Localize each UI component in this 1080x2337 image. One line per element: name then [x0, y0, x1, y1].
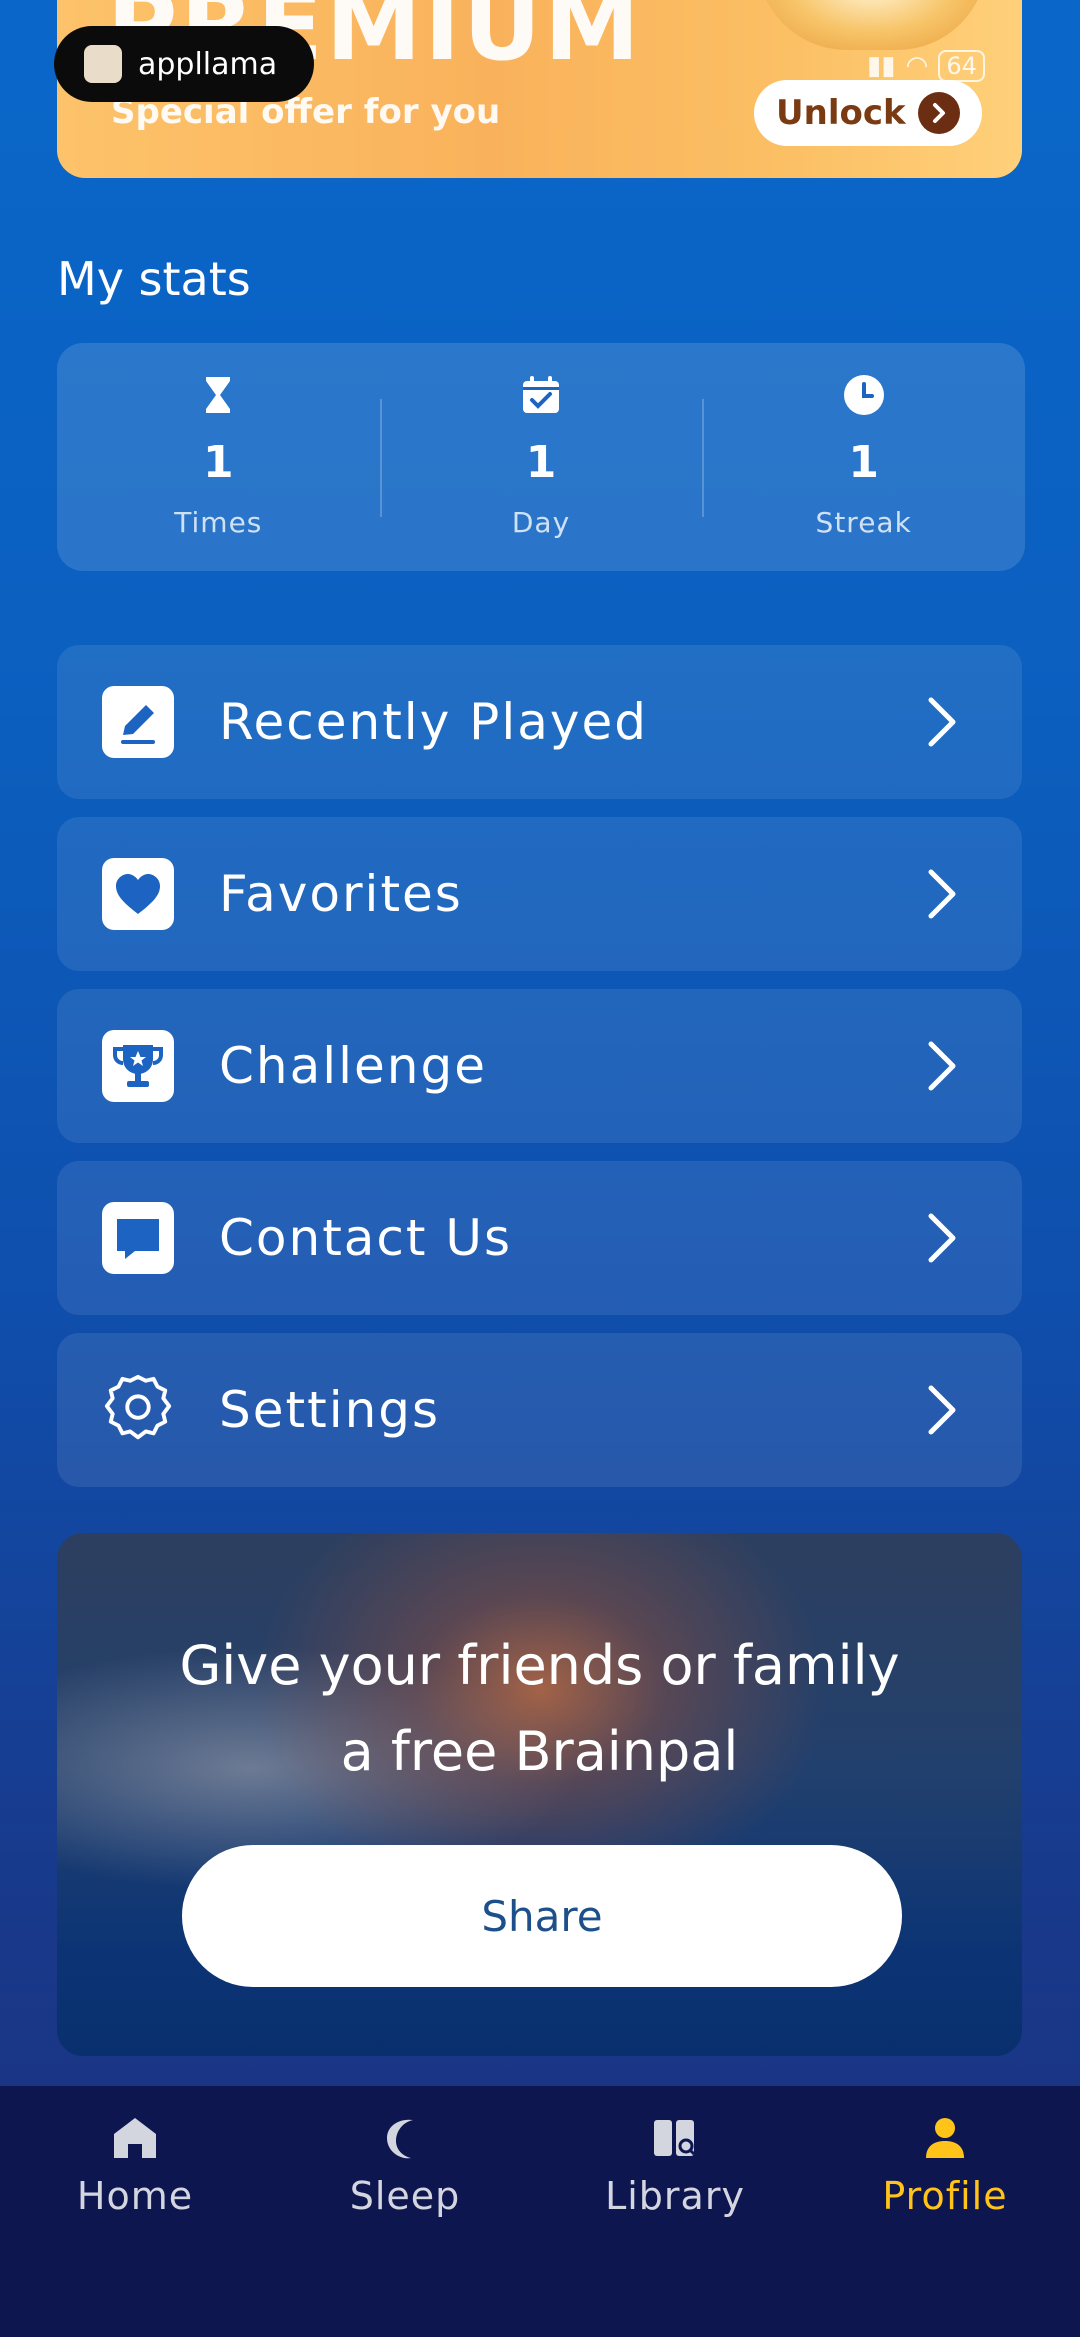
share-button[interactable]: Share [182, 1845, 902, 1987]
chevron-right-icon [902, 1212, 982, 1264]
stat-label: Streak [815, 506, 912, 539]
stat-label: Day [511, 506, 571, 539]
menu-item-settings[interactable]: Settings [57, 1333, 1022, 1487]
section-title: My stats [57, 252, 251, 306]
menu-label: Recently Played [219, 693, 648, 751]
nav-home[interactable]: Home [0, 2086, 270, 2337]
clock-icon [843, 373, 885, 417]
bottom-nav: Home Sleep Library Profile [0, 2086, 1080, 2337]
share-line-1: Give your friends or family [179, 1634, 900, 1697]
llama-logo-icon [84, 45, 122, 83]
edit-icon [101, 685, 175, 759]
gear-icon [101, 1373, 175, 1447]
nav-label: Home [76, 2174, 194, 2218]
unlock-button[interactable]: Unlock [754, 80, 982, 146]
stat-value: 1 [203, 437, 234, 488]
menu-item-recently-played[interactable]: Recently Played [57, 645, 1022, 799]
unlock-label: Unlock [776, 93, 906, 133]
share-promo-text: Give your friends or family a free Brain… [57, 1623, 1022, 1795]
hourglass-icon [203, 373, 233, 417]
menu-item-challenge[interactable]: Challenge [57, 989, 1022, 1143]
stat-value: 1 [525, 437, 557, 488]
premium-illustration [757, 0, 987, 50]
menu-label: Contact Us [219, 1209, 513, 1267]
share-promo-card: Give your friends or family a free Brain… [57, 1533, 1022, 2056]
signal-icon: ▮▮ [867, 51, 896, 81]
menu-label: Settings [219, 1381, 441, 1439]
nav-profile[interactable]: Profile [810, 2086, 1080, 2337]
stat-day: 1 Day [379, 343, 703, 571]
nav-label: Profile [882, 2174, 1008, 2218]
badge-text: appllama [138, 46, 278, 82]
heart-icon [101, 857, 175, 931]
share-line-2: a free Brainpal [340, 1720, 739, 1783]
stat-value: 1 [848, 437, 879, 488]
stat-times: 1 Times [57, 343, 380, 571]
calendar-check-icon [521, 373, 561, 417]
stats-card: 1 Times 1 Day 1 Streak [57, 343, 1025, 571]
home-icon [112, 2116, 158, 2164]
chevron-right-icon [902, 1384, 982, 1436]
stat-streak: 1 Streak [702, 343, 1025, 571]
status-bar-icons: ▮▮ ◠ 64 [867, 50, 985, 82]
chevron-right-icon [902, 868, 982, 920]
profile-icon [924, 2116, 966, 2164]
moon-icon [383, 2116, 427, 2164]
stat-label: Times [174, 506, 263, 539]
menu-label: Favorites [219, 865, 463, 923]
wifi-icon: ◠ [905, 51, 929, 81]
chevron-right-icon [902, 696, 982, 748]
menu-label: Challenge [219, 1037, 487, 1095]
chevron-right-icon [902, 1040, 982, 1092]
menu-item-contact-us[interactable]: Contact Us [57, 1161, 1022, 1315]
nav-label: Library [605, 2174, 745, 2218]
battery-indicator: 64 [938, 50, 985, 82]
menu-item-favorites[interactable]: Favorites [57, 817, 1022, 971]
nav-sleep[interactable]: Sleep [270, 2086, 540, 2337]
chat-icon [101, 1201, 175, 1275]
library-icon [652, 2116, 698, 2164]
app-badge: appllama [54, 26, 314, 102]
trophy-icon [101, 1029, 175, 1103]
chevron-right-icon [917, 92, 960, 134]
nav-library[interactable]: Library [540, 2086, 810, 2337]
nav-label: Sleep [349, 2174, 461, 2218]
